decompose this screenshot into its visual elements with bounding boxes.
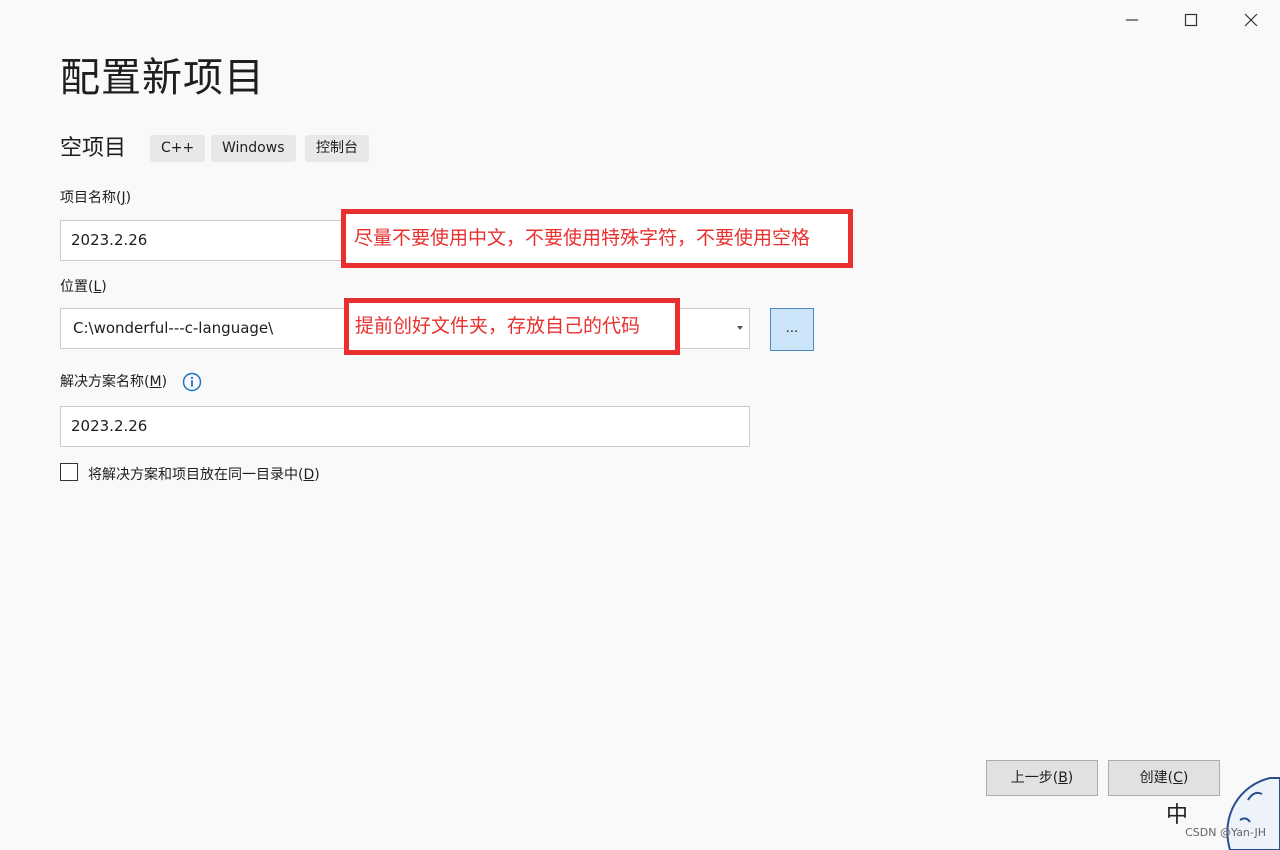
maximize-button[interactable] xyxy=(1161,0,1221,40)
watermark: CSDN @Yan-JH xyxy=(1185,826,1266,839)
solution-name-input[interactable]: 2023.2.26 xyxy=(60,406,750,447)
page-title: 配置新项目 xyxy=(60,55,265,101)
maximize-icon xyxy=(1184,13,1198,27)
minimize-icon xyxy=(1126,19,1138,21)
location-value: C:\wonderful---c-language\ xyxy=(73,319,274,337)
minimize-button[interactable] xyxy=(1102,0,1162,40)
tag-cpp: C++ xyxy=(150,135,206,162)
tag-windows: Windows xyxy=(211,135,296,162)
back-button[interactable]: 上一步(B) xyxy=(986,760,1098,796)
same-directory-checkbox[interactable] xyxy=(60,463,78,481)
close-icon xyxy=(1244,13,1258,27)
configure-project-window: 配置新项目 空项目 C++ Windows 控制台 项目名称(J) 2023.2… xyxy=(0,0,1280,850)
solution-name-label: 解决方案名称(M) xyxy=(60,374,168,390)
location-label: 位置(L) xyxy=(60,279,107,295)
browse-button[interactable]: ... xyxy=(770,308,814,351)
template-name: 空项目 xyxy=(60,136,127,161)
same-directory-label[interactable]: 将解决方案和项目放在同一目录中(D) xyxy=(88,465,320,485)
name-annotation: 尽量不要使用中文，不要使用特殊字符，不要使用空格 xyxy=(341,209,853,268)
svg-text:中: 中 xyxy=(1166,803,1188,828)
info-icon[interactable] xyxy=(182,372,202,392)
location-annotation: 提前创好文件夹，存放自己的代码 xyxy=(344,298,680,355)
chevron-down-icon[interactable] xyxy=(737,326,743,330)
tag-console: 控制台 xyxy=(305,135,369,162)
project-name-label: 项目名称(J) xyxy=(60,190,132,206)
close-button[interactable] xyxy=(1221,0,1280,40)
